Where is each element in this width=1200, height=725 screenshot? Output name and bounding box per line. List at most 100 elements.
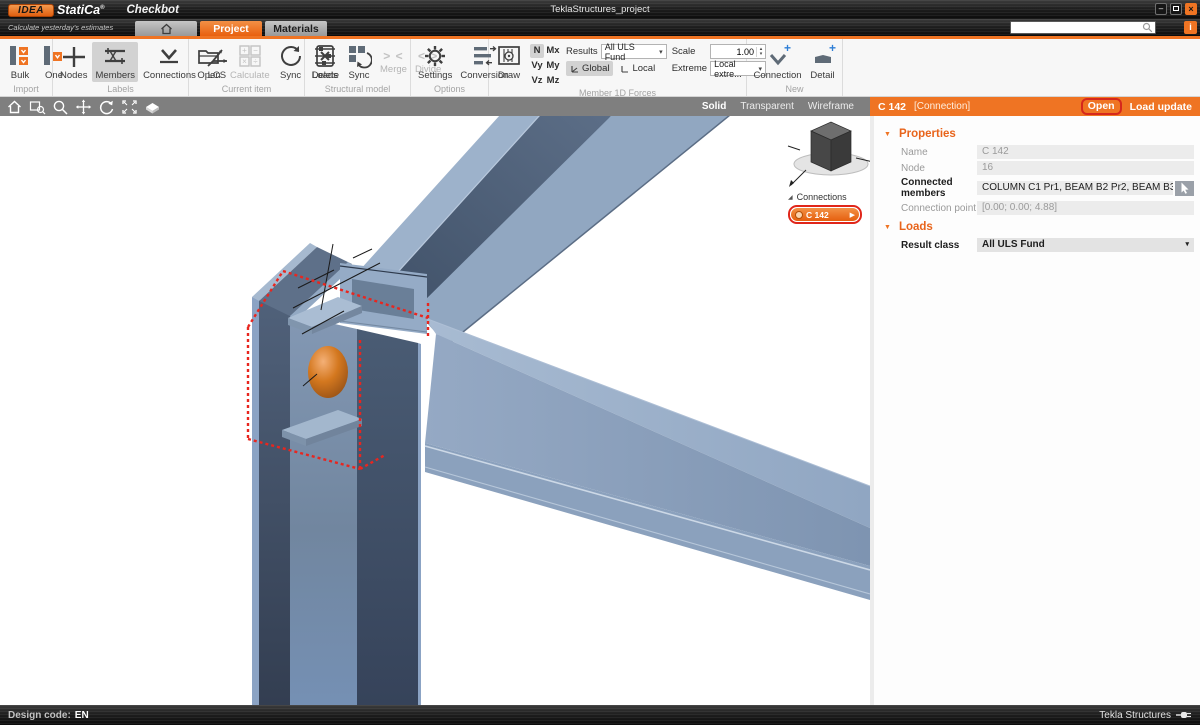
scale-label: Scale	[672, 46, 696, 57]
design-code-label: Design code:	[8, 710, 71, 721]
view-mode-wireframe[interactable]: Wireframe	[808, 101, 854, 112]
members-toggle[interactable]: Members	[92, 42, 138, 82]
group-label-current-item: Current item	[189, 84, 304, 96]
open-connection-button[interactable]: Open	[1081, 98, 1122, 115]
ribbon-group-import: Bulk One Import	[0, 39, 53, 96]
tab-project[interactable]: Project	[200, 21, 262, 36]
row-node: Node 16	[901, 161, 1200, 175]
toggle-my[interactable]: My	[545, 59, 561, 73]
ribbon-group-new: + Connection + Detail New	[747, 39, 843, 96]
zoom-window-icon[interactable]	[29, 99, 46, 115]
pan-icon[interactable]	[75, 99, 92, 115]
ribbon: Bulk One Import Nodes Members	[0, 39, 1200, 97]
search-icon	[1142, 22, 1153, 33]
sync-item-button[interactable]: Sync	[275, 42, 307, 82]
connection-node-sphere[interactable]	[308, 346, 348, 398]
svg-text:÷: ÷	[253, 57, 258, 66]
ribbon-group-structural-model: Loads Sync > < Merge < > Divide Structur…	[305, 39, 411, 96]
load-update-button[interactable]: Load update	[1130, 101, 1192, 113]
loads-button[interactable]: Loads	[309, 42, 341, 82]
merge-icon: > <	[383, 49, 403, 63]
toggle-mz[interactable]: Mz	[545, 74, 561, 88]
connection-gear-icon	[795, 211, 803, 219]
toggle-mx[interactable]: Mx	[545, 44, 561, 58]
view-mode-transparent[interactable]: Transparent	[740, 101, 794, 112]
minimize-button[interactable]: –	[1155, 3, 1167, 15]
beam-b2[interactable]	[425, 318, 870, 600]
tree-expander-icon[interactable]: ◢	[788, 194, 793, 201]
sync-model-button[interactable]: Sync	[343, 42, 375, 82]
viewport-toolbar: Solid Transparent Wireframe	[0, 97, 870, 116]
maximize-button[interactable]	[1170, 3, 1182, 15]
cursor-arrow-icon	[1180, 182, 1190, 194]
svg-text:+: +	[829, 43, 836, 55]
row-connected-members: Connected members COLUMN C1 Pr1, BEAM B2…	[901, 177, 1200, 199]
sync-model-icon	[346, 43, 372, 69]
ribbon-spacer	[843, 39, 1200, 96]
design-code-value: EN	[75, 710, 89, 721]
tree-item-highlight: C 142 ▶	[788, 205, 862, 224]
navigation-cube[interactable]	[788, 122, 870, 187]
force-component-toggles: N Mx Vy My Vz Mz	[530, 44, 561, 88]
toggle-vy[interactable]: Vy	[530, 59, 544, 73]
properties-panel: ▼ Properties Name C 142 Node 16 Connecte…	[870, 116, 1200, 705]
connections-icon	[156, 43, 182, 69]
loads-sliders-icon	[312, 43, 338, 69]
global-toggle[interactable]: Global	[566, 61, 613, 76]
nodes-icon	[61, 43, 87, 69]
toggle-n[interactable]: N	[530, 44, 544, 58]
results-dropdown[interactable]: All ULS Fund ▾	[601, 44, 667, 59]
open-item-button[interactable]: Open	[193, 42, 225, 82]
result-class-dropdown[interactable]: All ULS Fund ▾	[977, 238, 1194, 252]
new-detail-icon: +	[810, 43, 836, 69]
extreme-label: Extreme	[672, 63, 707, 74]
home-icon	[160, 23, 173, 35]
name-value: C 142	[977, 145, 1194, 159]
maximize-icon	[1173, 6, 1179, 11]
nodes-toggle[interactable]: Nodes	[57, 42, 90, 82]
pick-members-button[interactable]	[1175, 181, 1194, 196]
sync-icon	[278, 43, 304, 69]
draw-forces-button[interactable]: Draw	[493, 42, 525, 88]
home-view-icon[interactable]	[6, 99, 23, 115]
members-icon	[102, 43, 128, 69]
tree-item-arrow-icon: ▶	[850, 211, 855, 219]
view-mode-solid[interactable]: Solid	[702, 101, 726, 112]
plug-icon	[1176, 710, 1192, 720]
calculate-icon: +−×÷	[237, 43, 263, 69]
collapse-triangle-icon[interactable]: ▼	[884, 131, 891, 138]
svg-text:+: +	[242, 46, 247, 55]
close-button[interactable]: ×	[1185, 3, 1197, 15]
brand-tagline: Calculate yesterday's estimates	[8, 23, 113, 32]
draw-forces-icon	[496, 43, 522, 69]
tree-item-c142[interactable]: C 142 ▶	[791, 208, 859, 221]
panel-title: C 142	[878, 101, 906, 113]
search-box[interactable]	[1010, 21, 1156, 34]
tab-materials[interactable]: Materials	[265, 21, 327, 36]
section-loads[interactable]: ▼ Loads	[884, 221, 1200, 233]
bulk-button[interactable]: Bulk	[4, 42, 36, 82]
settings-button[interactable]: Settings	[415, 42, 455, 82]
new-detail-button[interactable]: + Detail	[807, 42, 839, 82]
search-input[interactable]	[1011, 22, 1142, 33]
tab-home[interactable]	[135, 21, 197, 36]
row-connection-point: Connection point [0.00; 0.00; 4.88]	[901, 201, 1200, 215]
clipping-box-icon[interactable]	[144, 99, 161, 115]
group-label-new: New	[747, 84, 842, 96]
svg-text:×: ×	[242, 57, 247, 66]
new-connection-button[interactable]: + Connection	[750, 42, 804, 82]
info-button[interactable]: i	[1184, 21, 1197, 34]
local-toggle[interactable]: Local	[616, 61, 659, 76]
fit-view-icon[interactable]	[121, 99, 138, 115]
section-properties[interactable]: ▼ Properties	[884, 128, 1200, 140]
rotate-icon[interactable]	[98, 99, 115, 115]
zoom-icon[interactable]	[52, 99, 69, 115]
model-viewport[interactable]: ◢ Connections C 142 ▶	[0, 116, 870, 705]
toggle-vz[interactable]: Vz	[530, 74, 544, 88]
tab-bar: Calculate yesterday's estimates Project …	[0, 19, 1200, 36]
collapse-triangle-icon[interactable]: ▼	[884, 224, 891, 231]
beam-end-plate	[340, 263, 427, 334]
row-result-class: Result class All ULS Fund ▾	[901, 238, 1200, 252]
status-bar: Design code: EN Tekla Structures	[0, 705, 1200, 725]
ribbon-group-current-item: Open +−×÷ Calculate Sync Delete Current …	[189, 39, 305, 96]
